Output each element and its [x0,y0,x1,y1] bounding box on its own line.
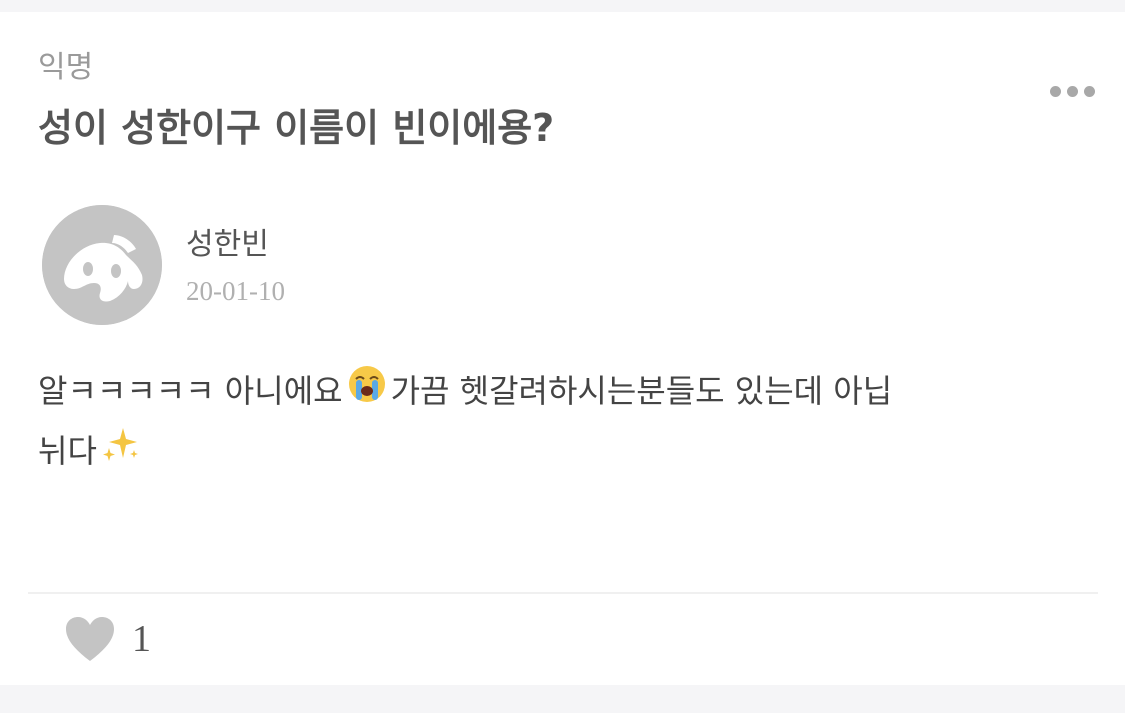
post-card: 익명 성이 성한이구 이름이 빈이에용? 성한빈 20-01-10 알ㅋㅋㅋㅋㅋ… [0,12,1125,685]
footer-divider [28,592,1098,594]
post-category: 익명 [38,50,94,85]
post-body-text: 뉘다 [38,432,97,470]
sparkles-emoji [101,424,141,482]
post-body-line-1: 알ㅋㅋㅋㅋㅋ 아니에요 가끔 헷갈려하시는분들도 있는데 아닙 [38,362,988,422]
post-date: 20-01-10 [186,276,285,306]
post-body-text: 알ㅋㅋㅋㅋㅋ 아니에요 [38,372,343,410]
more-options-icon-dot [1084,86,1095,97]
like-button[interactable]: 1 [64,614,151,664]
like-count: 1 [132,618,151,660]
post-body-line-2: 뉘다 [38,422,988,482]
anonymous-avatar-icon [42,205,162,325]
more-options-icon-dot [1050,86,1061,97]
more-options-icon-dot [1067,86,1078,97]
post-body: 알ㅋㅋㅋㅋㅋ 아니에요 가끔 헷갈려하시는분들도 있는데 아닙 뉘다 [38,362,988,482]
loudly-crying-face-emoji [347,364,387,422]
post-body-text: 가끔 헷갈려하시는분들도 있는데 아닙 [390,372,893,410]
heart-icon [66,617,114,661]
author-avatar[interactable] [42,205,162,325]
author-name[interactable]: 성한빈 [186,226,269,264]
more-options-button[interactable] [1050,86,1095,97]
post-title: 성이 성한이구 이름이 빈이에용? [38,106,555,150]
